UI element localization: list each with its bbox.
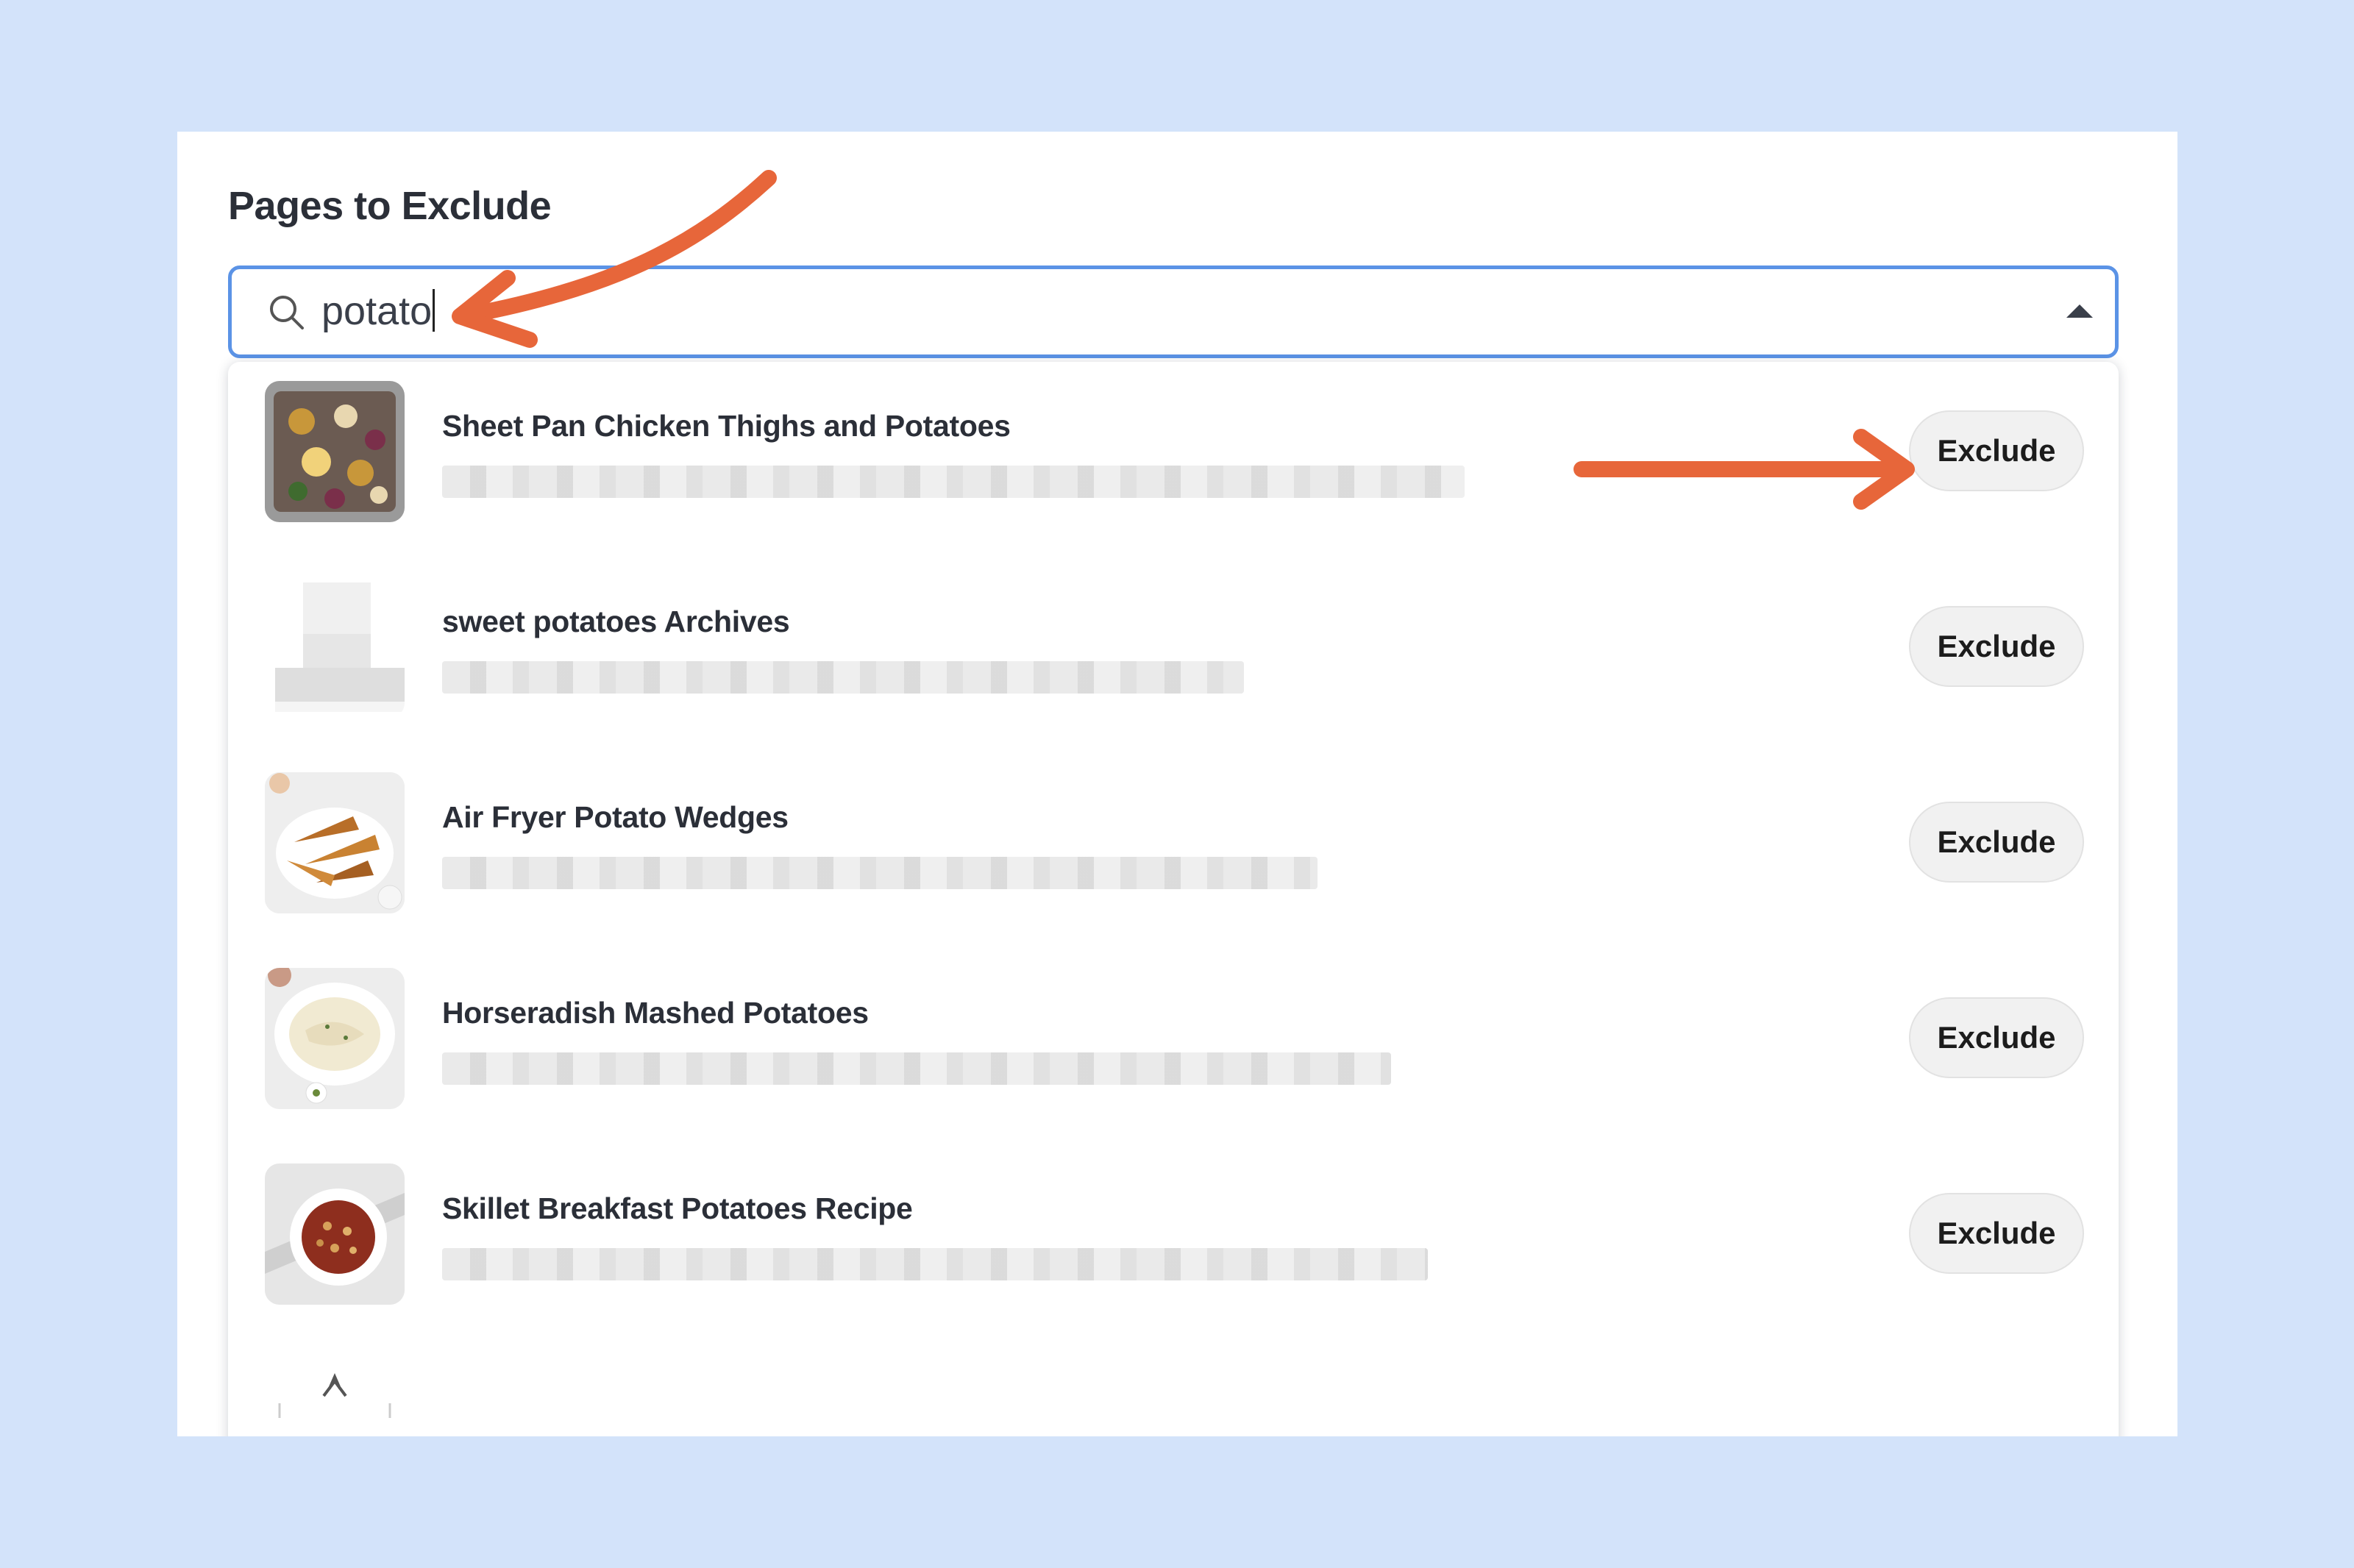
search-input[interactable]: potato [228, 266, 2119, 358]
result-url-redacted [442, 1248, 1428, 1280]
search-input-value[interactable]: potato [321, 287, 435, 335]
caret-up-icon[interactable] [2066, 303, 2093, 321]
result-title[interactable]: sweet potatoes Archives [442, 605, 790, 639]
potato-wedges-thumbnail [265, 772, 405, 913]
partial-thumbnail [265, 1359, 405, 1436]
result-title[interactable]: Skillet Breakfast Potatoes Recipe [442, 1191, 913, 1226]
settings-panel: Pages to Exclude potato Sheet Pan Chicke… [177, 132, 2177, 1436]
exclude-button[interactable]: Exclude [1909, 802, 2084, 883]
list-item[interactable]: Horseradish Mashed Potatoes Exclude [228, 968, 2119, 1144]
exclude-button[interactable]: Exclude [1909, 1193, 2084, 1274]
result-url-redacted [442, 661, 1244, 694]
exclude-button[interactable]: Exclude [1909, 606, 2084, 687]
list-item[interactable]: Skillet Breakfast Potatoes Recipe Exclud… [228, 1163, 2119, 1340]
list-item[interactable]: Air Fryer Potato Wedges Exclude [228, 772, 2119, 949]
result-title[interactable]: Air Fryer Potato Wedges [442, 800, 789, 835]
breakfast-potatoes-thumbnail [265, 1163, 405, 1305]
placeholder-thumbnail [265, 577, 405, 718]
result-url-redacted [442, 1052, 1391, 1085]
list-item[interactable] [228, 1359, 2119, 1436]
list-item[interactable]: Sheet Pan Chicken Thighs and Potatoes Ex… [228, 381, 2119, 557]
exclude-button[interactable]: Exclude [1909, 410, 2084, 491]
search-icon [270, 296, 304, 329]
result-url-redacted [442, 466, 1465, 498]
result-title[interactable]: Horseradish Mashed Potatoes [442, 996, 869, 1030]
result-url-redacted [442, 857, 1318, 889]
text-cursor [433, 289, 435, 332]
exclude-button[interactable]: Exclude [1909, 997, 2084, 1078]
result-title[interactable]: Sheet Pan Chicken Thighs and Potatoes [442, 409, 1011, 443]
mashed-potatoes-thumbnail [265, 968, 405, 1109]
search-results-dropdown: Sheet Pan Chicken Thighs and Potatoes Ex… [228, 362, 2119, 1436]
section-title: Pages to Exclude [228, 184, 552, 228]
sheet-pan-thumbnail [265, 381, 405, 522]
list-item[interactable]: sweet potatoes Archives Exclude [228, 577, 2119, 753]
